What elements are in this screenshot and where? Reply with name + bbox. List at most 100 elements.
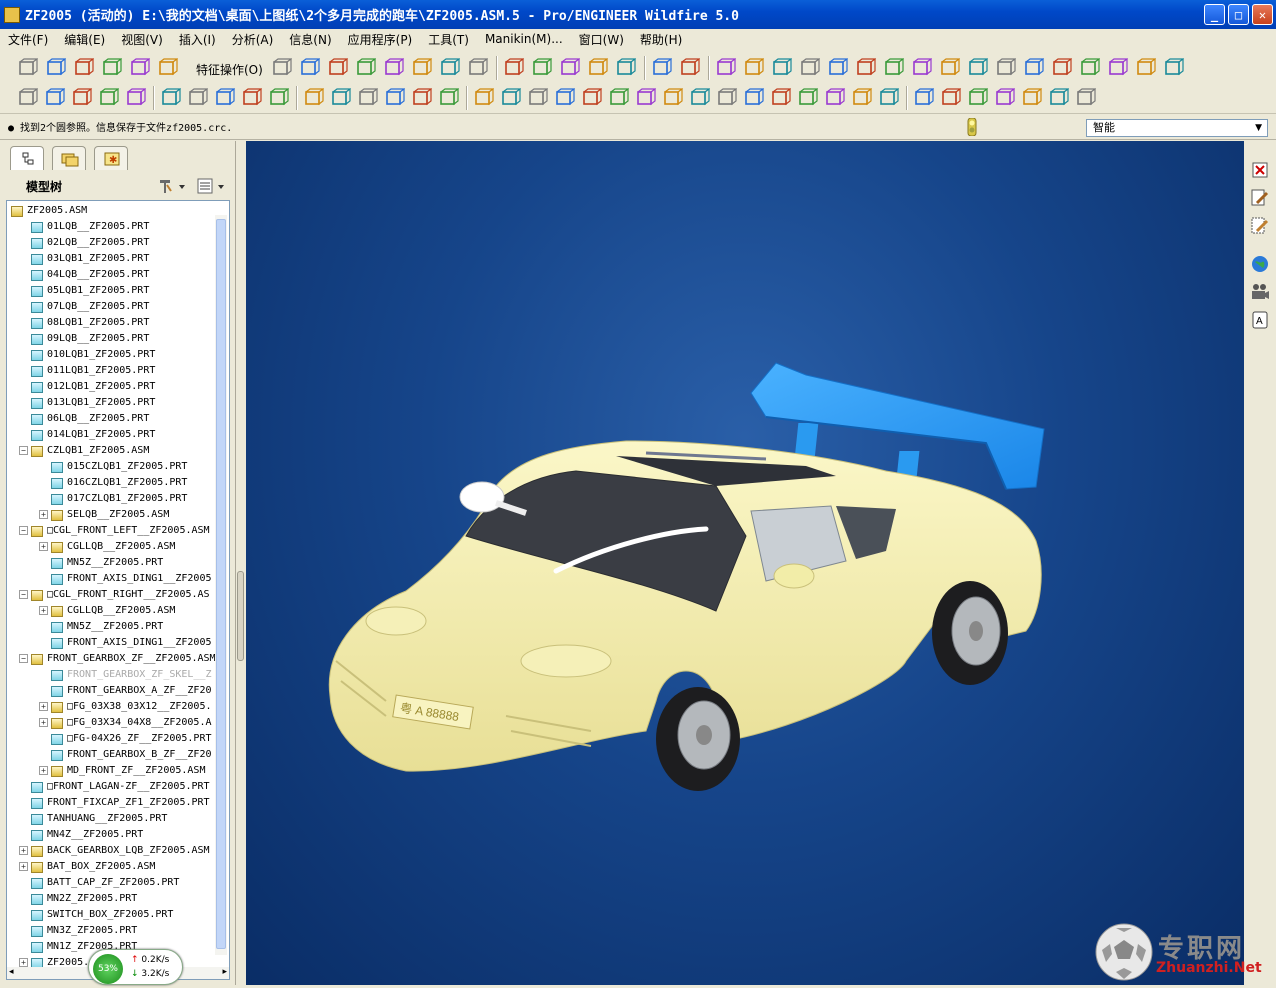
edit-document-icon[interactable] xyxy=(1249,187,1271,209)
expand-icon[interactable]: + xyxy=(19,862,28,871)
plane-icon[interactable] xyxy=(530,57,553,79)
plane-datum-icon[interactable] xyxy=(16,87,39,109)
shaded-box-icon[interactable] xyxy=(128,57,151,79)
tree-item[interactable]: FRONT_AXIS_DING1__ZF2005 xyxy=(51,635,212,651)
tree-item[interactable]: FRONT_FIXCAP_ZF1_ZF2005.PRT xyxy=(31,795,210,811)
extrude-icon[interactable] xyxy=(714,57,737,79)
tree-item[interactable]: MN4Z__ZF2005.PRT xyxy=(31,827,143,843)
collapse-icon[interactable]: − xyxy=(19,654,28,663)
tree-item[interactable]: □FG-04X26_ZF__ZF2005.PRT xyxy=(51,731,212,747)
undo-icon[interactable] xyxy=(472,87,495,109)
zoom-icon[interactable] xyxy=(383,87,406,109)
video-camera-icon[interactable] xyxy=(1249,281,1271,303)
box-icon[interactable] xyxy=(44,57,67,79)
menu-insert[interactable]: 插入(I) xyxy=(171,31,224,48)
tree-item[interactable]: + □FG_03X38_03X12__ZF2005. xyxy=(39,699,212,715)
tree-item[interactable]: FRONT_GEARBOX_A_ZF__ZF20 xyxy=(51,683,212,699)
globe-icon[interactable] xyxy=(1249,253,1271,275)
draft-icon[interactable] xyxy=(882,57,905,79)
color-icon[interactable] xyxy=(1022,57,1045,79)
tree-item[interactable]: 017CZLQB1_ZF2005.PRT xyxy=(51,491,187,507)
expand-icon[interactable]: + xyxy=(39,718,48,727)
line-icon[interactable] xyxy=(823,87,846,109)
chamfer-icon[interactable] xyxy=(938,57,961,79)
text-annotation-icon[interactable]: A xyxy=(1249,309,1271,331)
mirror-icon[interactable] xyxy=(466,57,489,79)
orient-icon[interactable] xyxy=(437,87,460,109)
tree-item[interactable]: □FRONT_LAGAN-ZF__ZF2005.PRT xyxy=(31,779,210,795)
view-icon[interactable] xyxy=(356,87,379,109)
ruler-icon[interactable] xyxy=(1106,57,1129,79)
cross-icon[interactable] xyxy=(614,57,637,79)
blend-icon[interactable] xyxy=(770,57,793,79)
tree-item[interactable]: − □CGL_FRONT_LEFT__ZF2005.ASM xyxy=(19,523,210,539)
sketch-icon[interactable] xyxy=(124,87,147,109)
network-icon[interactable] xyxy=(240,87,263,109)
sweep-icon[interactable] xyxy=(410,57,433,79)
tree-item[interactable]: 08LQB1_ZF2005.PRT xyxy=(31,315,149,331)
menu-edit[interactable]: 编辑(E) xyxy=(56,31,113,48)
note-icon[interactable] xyxy=(1162,57,1185,79)
splitter-grip[interactable] xyxy=(237,571,244,661)
tree-item[interactable]: 04LQB__ZF2005.PRT xyxy=(31,267,149,283)
menu-manikin[interactable]: Manikin(M)... xyxy=(477,32,571,46)
model-tree[interactable]: ZF2005.ASM 01LQB__ZF2005.PRT 02LQB__ZF2005… xyxy=(6,200,230,980)
shell-icon[interactable] xyxy=(826,57,849,79)
fill-icon[interactable] xyxy=(607,87,630,109)
revolve-icon[interactable] xyxy=(742,57,765,79)
menu-window[interactable]: 窗口(W) xyxy=(571,31,632,48)
close-window-icon[interactable] xyxy=(1249,159,1271,181)
tree-item[interactable]: − □CGL_FRONT_RIGHT__ZF2005.AS xyxy=(19,587,210,603)
measure-icon[interactable] xyxy=(1078,57,1101,79)
axis-icon[interactable] xyxy=(558,57,581,79)
graphics-window[interactable]: 粤 A 88888 xyxy=(246,141,1244,985)
tree-item[interactable]: 010LQB1_ZF2005.PRT xyxy=(31,347,155,363)
tree-scrollbar-thumb[interactable] xyxy=(216,219,226,949)
tree-item[interactable]: ZF2005.ASM xyxy=(11,203,87,219)
tree-item[interactable]: FRONT_GEARBOX_B_ZF__ZF20 xyxy=(51,747,212,763)
menu-tools[interactable]: 工具(T) xyxy=(420,31,477,48)
annotation-icon[interactable] xyxy=(650,57,673,79)
collapse-icon[interactable]: − xyxy=(19,446,28,455)
axis-datum-icon[interactable] xyxy=(43,87,66,109)
menu-help[interactable]: 帮助(H) xyxy=(632,31,690,48)
tree-item[interactable]: 03LQB1_ZF2005.PRT xyxy=(31,251,149,267)
frame-icon[interactable] xyxy=(329,87,352,109)
tree-item[interactable]: MN2Z_ZF2005.PRT xyxy=(31,891,137,907)
tree-item[interactable]: − FRONT_GEARBOX_ZF__ZF2005.ASM xyxy=(19,651,216,667)
style-icon[interactable] xyxy=(966,57,989,79)
pattern-icon[interactable] xyxy=(438,57,461,79)
copy2-icon[interactable] xyxy=(553,87,576,109)
tree-item[interactable]: FRONT_GEARBOX_ZF_SKEL__Z xyxy=(51,667,212,683)
tree-item[interactable]: SWITCH_BOX_ZF2005.PRT xyxy=(31,907,173,923)
expand-icon[interactable]: + xyxy=(39,510,48,519)
sphere-icon[interactable] xyxy=(267,87,290,109)
surface-icon[interactable] xyxy=(326,57,349,79)
expand-icon[interactable]: + xyxy=(19,958,28,967)
tree-item[interactable]: FRONT_AXIS_DING1__ZF2005 xyxy=(51,571,212,587)
tree-item[interactable]: MN5Z__ZF2005.PRT xyxy=(51,619,163,635)
menu-file[interactable]: 文件(F) xyxy=(0,31,56,48)
tree-item[interactable]: + CGLLQB__ZF2005.ASM xyxy=(39,603,175,619)
scroll-right-icon[interactable]: ▸ xyxy=(222,967,227,977)
tab-model-tree[interactable] xyxy=(10,146,44,170)
stripe-icon[interactable] xyxy=(1050,57,1073,79)
menu-applications[interactable]: 应用程序(P) xyxy=(340,31,421,48)
feature-operations-button[interactable]: 特征操作(O) xyxy=(196,61,263,78)
tree-settings-icon[interactable] xyxy=(157,177,187,195)
scroll-left-icon[interactable]: ◂ xyxy=(9,967,14,977)
maximize-button[interactable]: □ xyxy=(1228,4,1249,25)
pin-icon[interactable] xyxy=(993,87,1016,109)
box-wire-icon[interactable] xyxy=(72,57,95,79)
tree-item[interactable]: 05LQB1_ZF2005.PRT xyxy=(31,283,149,299)
extend-icon[interactable] xyxy=(634,87,657,109)
round-icon[interactable] xyxy=(910,57,933,79)
tab-favorites[interactable]: ✱ xyxy=(94,146,128,170)
new-icon[interactable] xyxy=(186,87,209,109)
insert-icon[interactable] xyxy=(302,87,325,109)
tree-item[interactable]: 013LQB1_ZF2005.PRT xyxy=(31,395,155,411)
tree-item[interactable]: 014LQB1_ZF2005.PRT xyxy=(31,427,155,443)
expand-icon[interactable]: + xyxy=(39,606,48,615)
wave-icon[interactable] xyxy=(994,57,1017,79)
tree-item[interactable]: MN3Z_ZF2005.PRT xyxy=(31,923,137,939)
